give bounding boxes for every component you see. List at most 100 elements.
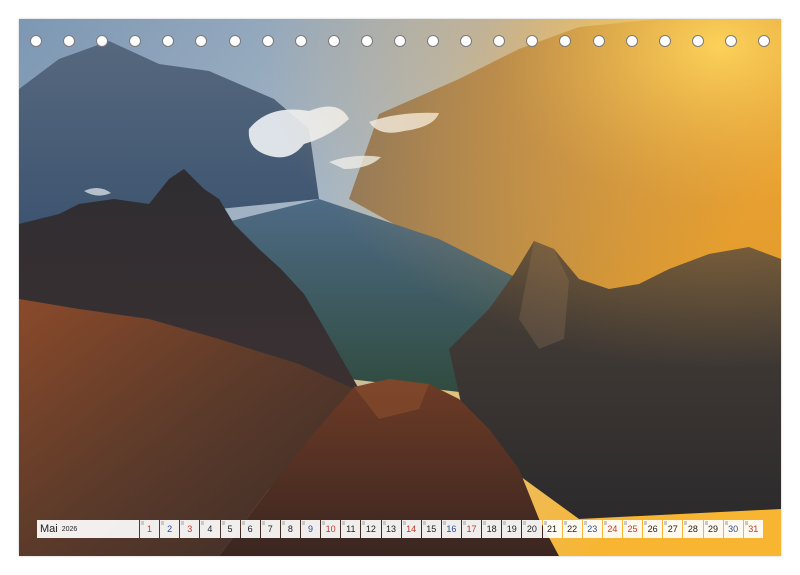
day-number: 17 [466,524,477,534]
day-cell: 21 [542,520,562,538]
binding-hole [195,35,208,47]
day-marker [161,521,165,525]
day-number: 11 [346,524,356,534]
day-cell: 1 [140,520,160,538]
day-number: 7 [267,524,273,534]
day-cell: 24 [602,520,622,538]
day-marker [724,521,728,525]
day-cell: 31 [743,520,763,538]
day-number: 2 [167,524,173,534]
day-cell: 23 [582,520,602,538]
day-marker [261,521,265,525]
day-marker [684,521,688,525]
day-number: 15 [426,524,437,534]
day-cell: 19 [502,520,522,538]
binding-hole [228,35,241,47]
day-number: 31 [748,524,759,534]
day-cell: 16 [441,520,461,538]
month-label: Mai 2026 [37,520,139,538]
day-number: 4 [207,524,213,534]
day-number: 14 [406,524,417,534]
day-cell: 18 [482,520,502,538]
day-cells: 1 2 3 4 5 6 7 8 9 10 11 12 13 14 15 16 17 18 19 20 21 22 23 24 2… [140,520,763,538]
day-marker [483,521,487,525]
day-cell: 14 [401,520,421,538]
day-number: 8 [287,524,293,534]
day-cell: 17 [462,520,482,538]
day-number: 1 [147,524,153,534]
day-cell: 25 [623,520,643,538]
day-marker [342,521,346,525]
day-marker [463,521,466,525]
spiral-binding [30,35,770,49]
day-cell: 13 [381,520,401,538]
binding-hole [96,35,109,47]
day-cell: 5 [220,520,240,538]
day-number: 16 [446,524,457,534]
day-number: 21 [547,524,558,534]
binding-hole [261,35,274,47]
binding-hole [129,35,142,47]
day-cell: 6 [240,520,260,538]
day-marker [644,521,648,525]
day-cell: 30 [723,520,743,538]
binding-hole [625,35,638,47]
day-cell: 12 [361,520,381,538]
day-number: 20 [526,524,537,534]
month-year: 2026 [61,525,78,533]
mountain-landscape-photo [19,19,781,556]
day-cell: 28 [683,520,703,538]
day-marker [402,521,406,525]
day-marker [624,521,627,525]
binding-hole [460,35,473,47]
day-marker [543,521,547,525]
day-marker [744,521,748,525]
day-marker [302,521,305,525]
day-number: 28 [687,524,698,534]
day-marker [664,521,668,525]
day-cell: 22 [562,520,582,538]
day-marker [241,521,245,525]
day-number: 13 [386,524,397,534]
month-name: Mai [40,523,58,535]
day-number: 22 [567,524,578,534]
day-number: 6 [247,524,253,534]
binding-hole [758,35,770,47]
binding-hole [30,35,42,47]
day-marker [322,521,326,525]
day-cell: 3 [180,520,200,538]
binding-hole [162,35,175,47]
day-number: 29 [708,524,719,534]
day-number: 10 [325,524,336,534]
binding-hole [427,35,440,47]
binding-hole [493,35,506,47]
day-cell: 4 [200,520,220,538]
day-cell: 11 [341,520,361,538]
day-marker [141,521,144,525]
day-marker [503,521,507,525]
day-number: 25 [627,524,638,534]
binding-hole [592,35,605,47]
day-marker [362,521,366,525]
day-number: 19 [506,524,517,534]
day-marker [563,521,567,525]
day-number: 27 [667,524,678,534]
day-cell: 27 [663,520,683,538]
binding-hole [658,35,671,47]
day-cell: 15 [421,520,441,538]
day-cell: 29 [703,520,723,538]
day-number: 23 [587,524,598,534]
day-marker [221,521,225,525]
day-cell: 9 [301,520,321,538]
day-marker [442,521,446,525]
binding-hole [327,35,340,47]
day-number: 3 [187,524,193,534]
day-marker [704,521,708,525]
day-cell: 8 [280,520,300,538]
day-number: 5 [227,524,233,534]
day-marker [422,521,426,525]
day-marker [523,521,527,525]
calendar-page: Mai 2026 1 2 3 4 5 6 7 8 9 10 11 12 13 14 15 16 17 18 19 20… [0,0,800,575]
day-marker [181,521,185,525]
day-number: 9 [308,524,314,534]
